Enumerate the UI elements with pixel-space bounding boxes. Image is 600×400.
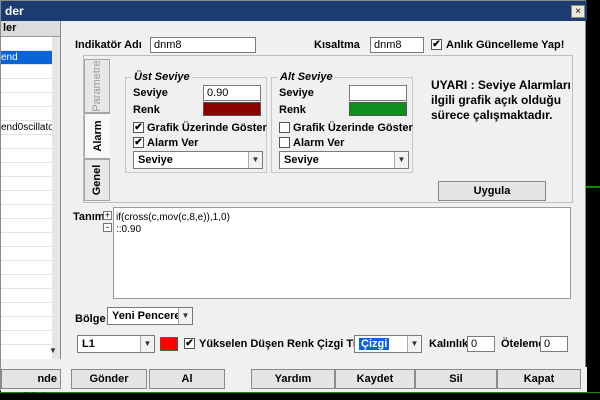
upper-level-field[interactable]: 0.90 xyxy=(203,85,261,101)
lower-level-combo[interactable]: Seviye ▼ xyxy=(279,151,409,169)
upper-level-combo[interactable]: Seviye ▼ xyxy=(133,151,263,169)
lower-level-field[interactable] xyxy=(349,85,407,101)
help-button[interactable]: Yardım xyxy=(251,369,335,389)
window-title: der xyxy=(5,4,24,18)
chart-line xyxy=(0,392,600,393)
upper-level-label: Seviye xyxy=(133,87,168,99)
region-combo-value: Yeni Pencere xyxy=(112,310,181,322)
lower-alarm-label: Alarm Ver xyxy=(293,137,345,149)
close-button[interactable]: × xyxy=(571,5,585,18)
upper-show-on-chart-checkbox[interactable]: ✔ xyxy=(133,122,144,133)
indicator-editor-window: der × ler end end0scillator ▼ Indikatör A… xyxy=(0,0,587,400)
lower-level-combo-value: Seviye xyxy=(284,154,319,166)
lower-level-title: Alt Seviye xyxy=(278,71,335,83)
formula-line: if(cross(c,mov(c,8,e)),1,0) xyxy=(116,212,230,223)
live-update-checkbox[interactable]: ✔ xyxy=(431,39,442,50)
formula-line: ::0.90 xyxy=(116,224,142,235)
thickness-field[interactable]: 0 xyxy=(467,336,495,352)
delete-button[interactable]: Sil xyxy=(415,369,497,389)
definition-label: Tanım xyxy=(73,211,105,223)
line-type-value: Çizgi xyxy=(359,338,390,350)
indicator-name-field[interactable]: dnm8 xyxy=(150,37,256,53)
indicator-list-scrollbar[interactable] xyxy=(52,37,60,359)
tab-genel-label: Genel xyxy=(91,164,103,196)
offset-field[interactable]: 0 xyxy=(540,336,568,352)
rising-falling-checkbox[interactable]: ✔ xyxy=(184,338,195,349)
send-button[interactable]: Gönder xyxy=(71,369,147,389)
title-bar: der × xyxy=(1,1,587,21)
indicator-list: ler end end0scillator ▼ xyxy=(1,21,61,359)
upper-color-label: Renk xyxy=(133,104,160,116)
tab-parametre-label: Parametre xyxy=(91,60,103,112)
thickness-label: Kalınlık xyxy=(429,338,469,350)
lower-alarm-checkbox[interactable] xyxy=(279,137,290,148)
scroll-down-icon[interactable]: ▼ xyxy=(49,346,59,356)
rising-falling-label: Yükselen Düşen Renk Çizgi Tipi xyxy=(199,338,366,350)
upper-level-title: Üst Seviye xyxy=(132,71,192,83)
collapse-icon[interactable]: - xyxy=(103,223,112,232)
tab-alarm[interactable]: Alarm xyxy=(84,113,110,159)
formula-editor[interactable]: if(cross(c,mov(c,8,e)),1,0) ::0.90 xyxy=(113,207,571,299)
chevron-down-icon[interactable]: ▼ xyxy=(394,152,408,168)
lower-show-on-chart-label: Grafik Üzerinde Göster xyxy=(293,122,413,134)
upper-alarm-checkbox[interactable]: ✔ xyxy=(133,137,144,148)
lower-level-label: Seviye xyxy=(279,87,314,99)
expand-icon[interactable]: + xyxy=(103,211,112,220)
lower-color-swatch[interactable] xyxy=(349,102,407,116)
region-label: Bölge xyxy=(75,313,106,325)
line-select-value: L1 xyxy=(82,338,95,350)
upper-color-swatch[interactable] xyxy=(203,102,261,116)
line-color-swatch[interactable] xyxy=(160,337,178,351)
tab-genel[interactable]: Genel xyxy=(84,159,110,201)
tab-alarm-label: Alarm xyxy=(91,120,104,152)
offset-label: Öteleme xyxy=(501,338,545,350)
receive-button[interactable]: Al xyxy=(149,369,225,389)
chevron-down-icon[interactable]: ▼ xyxy=(140,336,154,352)
chevron-down-icon[interactable]: ▼ xyxy=(407,336,421,352)
chevron-down-icon[interactable]: ▼ xyxy=(248,152,262,168)
apply-button[interactable]: Uygula xyxy=(438,181,546,201)
live-update-label: Anlık Güncelleme Yap! xyxy=(446,39,565,51)
tab-parametre[interactable]: Parametre xyxy=(84,59,110,113)
save-button[interactable]: Kaydet xyxy=(335,369,415,389)
upper-show-on-chart-label: Grafik Üzerinde Göster xyxy=(147,122,267,134)
shortcut-label: Kısaltma xyxy=(314,39,360,51)
show-button[interactable]: nde Göster xyxy=(1,369,61,400)
region-combo[interactable]: Yeni Pencere ▼ xyxy=(107,307,193,325)
line-select-combo[interactable]: L1 ▼ xyxy=(77,335,155,353)
line-type-combo[interactable]: Çizgi ▼ xyxy=(354,335,422,353)
lower-color-label: Renk xyxy=(279,104,306,116)
alarm-warning-text: UYARI : Seviye Alarmları ilgili grafik a… xyxy=(431,78,571,122)
chart-line xyxy=(586,186,600,188)
upper-alarm-label: Alarm Ver xyxy=(147,137,199,149)
upper-level-combo-value: Seviye xyxy=(138,154,173,166)
lower-show-on-chart-checkbox[interactable] xyxy=(279,122,290,133)
shortcut-field[interactable]: dnm8 xyxy=(370,37,424,53)
indicator-name-label: Indikatör Adı xyxy=(75,39,142,51)
chevron-down-icon[interactable]: ▼ xyxy=(178,308,192,324)
close-dialog-button[interactable]: Kapat xyxy=(497,369,581,389)
indicator-list-header: ler xyxy=(1,21,60,37)
